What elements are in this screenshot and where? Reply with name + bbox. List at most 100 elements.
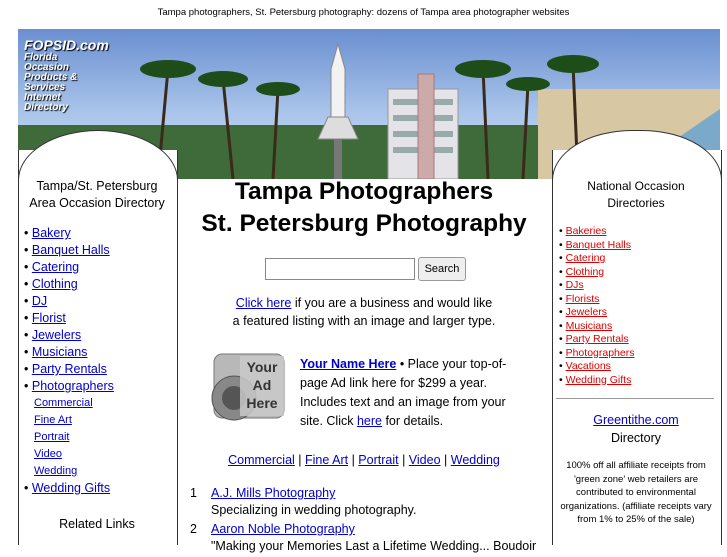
left-directory-list: • Bakery • Banquet Halls • Catering • Cl…	[24, 225, 114, 497]
left-link-photographers[interactable]: Photographers	[32, 379, 114, 393]
logo-tagline-6: Directory	[24, 102, 68, 113]
left-link-jewelers[interactable]: Jewelers	[32, 328, 81, 342]
right-link-party-rentals[interactable]: Party Rentals	[566, 333, 629, 345]
list-item: • DJ	[24, 294, 48, 308]
list-item: • Vacations	[559, 360, 611, 372]
search-button[interactable]: Search	[418, 257, 466, 281]
greentithe-note: 100% off all affiliate receipts from 'gr…	[560, 460, 712, 525]
ad-here-link[interactable]: here	[357, 414, 382, 428]
right-link-banquet-halls[interactable]: Banquet Halls	[566, 239, 631, 251]
left-sublink-commercial[interactable]: Commercial	[34, 397, 93, 409]
left-link-banquet-halls[interactable]: Banquet Halls	[32, 243, 110, 257]
featured-listing-promo: Click here if you are a business and wou…	[176, 294, 552, 330]
left-link-catering[interactable]: Catering	[32, 260, 79, 274]
right-title-line2: Directories	[607, 196, 665, 210]
right-link-jewelers[interactable]: Jewelers	[566, 306, 607, 318]
ad-description: Your Name Here • Place your top-of-page …	[300, 355, 522, 431]
right-link-photographers[interactable]: Photographers	[566, 347, 635, 359]
result-link[interactable]: A.J. Mills Photography	[211, 486, 335, 500]
list-item: Fine Art	[24, 412, 114, 429]
left-link-dj[interactable]: DJ	[32, 294, 47, 308]
greentithe-block: Greentithe.com Directory	[556, 411, 716, 447]
search-input[interactable]	[265, 258, 415, 280]
left-sublink-portrait[interactable]: Portrait	[34, 431, 69, 443]
logo-name: FOPSID.com	[24, 37, 109, 53]
list-item: • Catering	[559, 252, 606, 264]
ad-image-word-1: Your	[247, 359, 278, 375]
result-link[interactable]: Aaron Noble Photography	[211, 522, 355, 536]
list-item: • Bakery	[24, 226, 71, 240]
right-sidebar-title: National Occasion Directories	[556, 178, 716, 212]
your-name-here-link[interactable]: Your Name Here	[300, 357, 396, 371]
ad-image-word-3: Here	[246, 395, 277, 411]
right-link-florists[interactable]: Florists	[566, 293, 600, 305]
left-link-clothing[interactable]: Clothing	[32, 277, 78, 291]
list-item: • Jewelers	[559, 306, 608, 318]
list-item: • DJs	[559, 279, 584, 291]
list-item: Portrait	[24, 429, 114, 446]
right-link-djs[interactable]: DJs	[566, 279, 584, 291]
cat-link-wedding[interactable]: Wedding	[451, 453, 500, 467]
right-link-wedding-gifts[interactable]: Wedding Gifts	[566, 374, 632, 386]
result-description: Specializing in wedding photography.	[211, 503, 417, 517]
promo-text: if you are a business and would like	[291, 296, 493, 310]
national-directory-list: • Bakeries • Banquet Halls • Catering • …	[559, 225, 634, 387]
related-links-heading: Related Links	[59, 517, 135, 531]
list-item: Commercial	[24, 395, 114, 412]
left-link-wedding-gifts[interactable]: Wedding Gifts	[32, 481, 110, 495]
left-sublink-wedding[interactable]: Wedding	[34, 465, 77, 477]
list-item: • Jewelers	[24, 328, 82, 342]
cat-link-video[interactable]: Video	[409, 453, 441, 467]
promo-text-2: a featured listing with an image and lar…	[232, 314, 496, 328]
list-item: • Party Rentals	[24, 362, 107, 376]
list-item: • Florist	[24, 311, 66, 325]
cat-link-fine-art[interactable]: Fine Art	[305, 453, 348, 467]
left-link-florist[interactable]: Florist	[32, 311, 66, 325]
result-description: "Making your Memories Last a Lifetime We…	[211, 539, 537, 553]
right-link-catering[interactable]: Catering	[566, 252, 606, 264]
ad-image-word-2: Ad	[253, 377, 272, 393]
right-link-musicians[interactable]: Musicians	[566, 320, 613, 332]
list-item: • Banquet Halls	[24, 243, 110, 257]
list-item: Wedding	[24, 463, 114, 480]
page-title-line1: Tampa Photographers	[234, 178, 494, 205]
left-link-bakery[interactable]: Bakery	[32, 226, 71, 240]
left-title-line1: Tampa/St. Petersburg	[36, 179, 158, 193]
list-item: • Clothing	[24, 277, 78, 291]
list-item: • Party Rentals	[559, 333, 629, 345]
right-link-bakeries[interactable]: Bakeries	[566, 225, 607, 237]
list-item: • Wedding Gifts	[559, 373, 632, 386]
click-here-link[interactable]: Click here	[236, 296, 292, 310]
ad-text-2: for details.	[381, 414, 444, 428]
sidebar-divider	[556, 398, 714, 399]
page-title: Tampa Photographers St. Petersburg Photo…	[176, 176, 552, 240]
left-sublink-video[interactable]: Video	[34, 448, 62, 460]
left-sublink-fine-art[interactable]: Fine Art	[34, 414, 72, 426]
ad-placeholder-image[interactable]: Your Ad Here	[210, 348, 288, 424]
greentithe-subtitle: Directory	[610, 431, 661, 445]
camera-lens-icon: Your Ad Here	[210, 348, 288, 424]
list-item: • Musicians	[559, 319, 613, 332]
site-logo[interactable]: FOPSID.com Florida Occasion Products & S…	[24, 37, 109, 113]
left-link-party-rentals[interactable]: Party Rentals	[32, 362, 107, 376]
greentithe-link[interactable]: Greentithe.com	[593, 413, 678, 427]
list-item: • Bakeries	[559, 225, 607, 237]
right-title-line1: National Occasion	[587, 179, 685, 193]
result-number: 2	[190, 522, 197, 536]
list-item: • Photographers	[559, 346, 635, 359]
list-item: • Catering	[24, 260, 80, 274]
cat-link-commercial[interactable]: Commercial	[228, 453, 295, 467]
list-item: 2 Aaron Noble Photography "Making your M…	[190, 521, 550, 557]
cat-link-portrait[interactable]: Portrait	[358, 453, 398, 467]
page-title-line2: St. Petersburg Photography	[201, 210, 527, 237]
left-link-musicians[interactable]: Musicians	[32, 345, 88, 359]
category-links: Commercial | Fine Art | Portrait | Video…	[228, 453, 500, 467]
left-sidebar-title: Tampa/St. Petersburg Area Occasion Direc…	[22, 178, 172, 212]
list-item: • Wedding Gifts	[24, 481, 111, 495]
list-item: 1 A.J. Mills Photography Specializing in…	[190, 485, 550, 521]
list-item: • Clothing	[559, 265, 605, 278]
right-link-clothing[interactable]: Clothing	[566, 266, 605, 278]
result-number: 1	[190, 486, 197, 500]
right-link-vacations[interactable]: Vacations	[566, 360, 611, 372]
list-item: • Musicians	[24, 345, 88, 359]
